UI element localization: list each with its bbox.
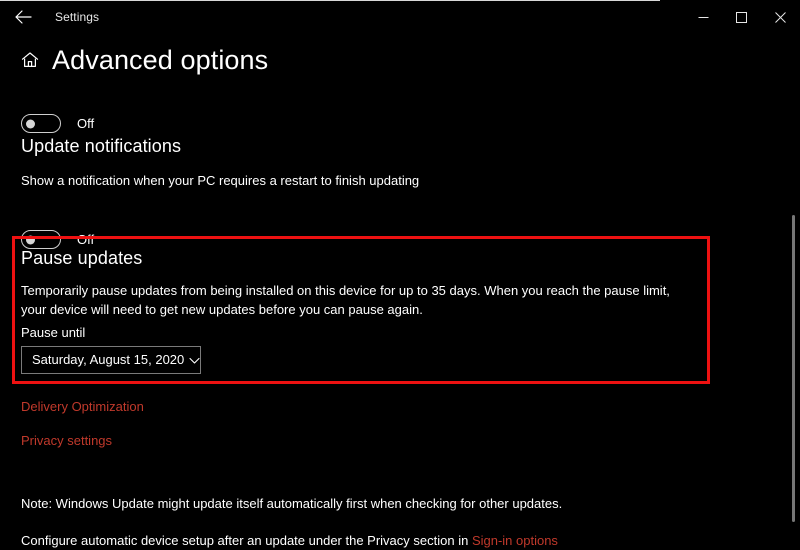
pause-updates-description: Temporarily pause updates from being ins… <box>21 283 670 317</box>
minimize-icon <box>698 12 709 23</box>
scrollbar-track[interactable] <box>786 32 800 549</box>
home-icon[interactable] <box>20 50 40 70</box>
update-notifications-description: Show a notification when your PC require… <box>21 173 420 188</box>
back-button[interactable] <box>6 3 40 31</box>
advanced-options-toggle-row: Off <box>21 114 94 133</box>
link-sign-in-options[interactable]: Sign-in options <box>472 533 558 548</box>
configure-note-text: Configure automatic device setup after a… <box>21 533 472 548</box>
toggle-knob <box>26 235 35 244</box>
window-title: Settings <box>55 10 100 24</box>
link-delivery-optimization[interactable]: Delivery Optimization <box>21 398 144 415</box>
back-arrow-icon <box>14 10 32 24</box>
page-header: Advanced options <box>20 45 268 75</box>
pause-until-label: Pause until <box>21 325 86 340</box>
update-notifications-toggle-label: Off <box>77 231 95 247</box>
close-button[interactable] <box>757 2 800 32</box>
pause-updates-heading: Pause updates <box>21 248 143 268</box>
toggle-knob <box>26 119 35 128</box>
scrollbar-thumb[interactable] <box>792 215 795 522</box>
pause-until-dropdown[interactable]: Saturday, August 15, 2020 <box>21 346 201 374</box>
link-privacy-settings[interactable]: Privacy settings <box>21 432 112 449</box>
advanced-options-toggle-label: Off <box>77 115 95 131</box>
windows-update-note: Note: Windows Update might update itself… <box>21 496 563 511</box>
advanced-options-toggle[interactable] <box>21 114 61 133</box>
chevron-down-icon <box>188 354 201 367</box>
close-icon <box>774 11 786 23</box>
configure-device-setup-note: Configure automatic device setup after a… <box>21 532 558 550</box>
title-bar: Settings <box>0 1 800 32</box>
page-title: Advanced options <box>52 45 269 75</box>
update-notifications-heading: Update notifications <box>21 136 182 156</box>
maximize-icon <box>735 11 747 23</box>
settings-content: Advanced options Off Update notification… <box>0 32 800 549</box>
pause-until-value: Saturday, August 15, 2020 <box>32 352 185 367</box>
